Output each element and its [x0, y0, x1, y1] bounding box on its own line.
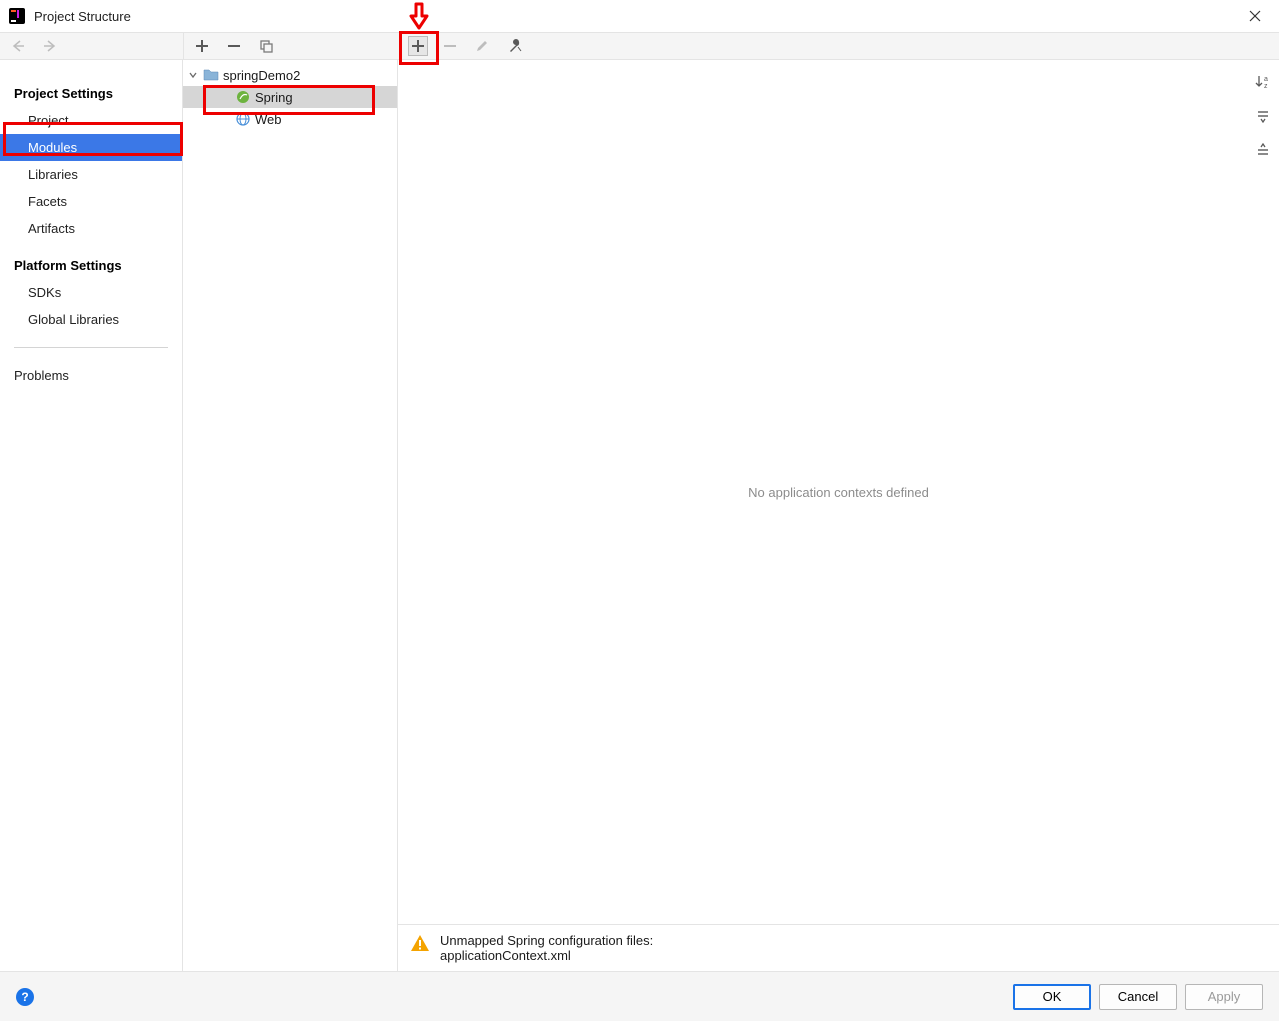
- warning-text-1: Unmapped Spring configuration files:: [440, 933, 653, 948]
- nav-problems[interactable]: Problems: [0, 362, 182, 389]
- web-icon: [235, 111, 251, 127]
- nav-sdks[interactable]: SDKs: [0, 279, 182, 306]
- spring-icon: [235, 89, 251, 105]
- section-project-settings: Project Settings: [0, 80, 182, 107]
- empty-message: No application contexts defined: [748, 485, 929, 500]
- add-module-icon[interactable]: [192, 36, 212, 56]
- warning-bar: Unmapped Spring configuration files: app…: [398, 924, 1279, 971]
- top-toolbar: [0, 32, 1279, 60]
- forward-icon[interactable]: [40, 36, 60, 56]
- nav-global-libraries[interactable]: Global Libraries: [0, 306, 182, 333]
- module-tree: springDemo2 Spring Web: [183, 60, 398, 971]
- wrench-icon[interactable]: [504, 36, 524, 56]
- intellij-icon: [8, 7, 26, 25]
- bottombar: ? OK Cancel Apply: [0, 971, 1279, 1021]
- remove-module-icon[interactable]: [224, 36, 244, 56]
- back-icon[interactable]: [8, 36, 28, 56]
- window-title: Project Structure: [34, 9, 131, 24]
- tree-item-web[interactable]: Web: [183, 108, 397, 130]
- help-icon[interactable]: ?: [16, 988, 34, 1006]
- titlebar: Project Structure: [0, 0, 1279, 32]
- ok-button[interactable]: OK: [1013, 984, 1091, 1010]
- cancel-button[interactable]: Cancel: [1099, 984, 1177, 1010]
- nav-artifacts[interactable]: Artifacts: [0, 215, 182, 242]
- nav-facets[interactable]: Facets: [0, 188, 182, 215]
- nav-modules[interactable]: Modules: [0, 134, 182, 161]
- copy-icon[interactable]: [256, 36, 276, 56]
- warning-text-2: applicationContext.xml: [440, 948, 653, 963]
- tree-item-spring[interactable]: Spring: [183, 86, 397, 108]
- tree-root[interactable]: springDemo2: [183, 64, 397, 86]
- sidebar: Project Settings Project Modules Librari…: [0, 60, 183, 971]
- main-area: Project Settings Project Modules Librari…: [0, 60, 1279, 971]
- nav-project[interactable]: Project: [0, 107, 182, 134]
- tree-item-label: Spring: [255, 90, 293, 105]
- edit-icon[interactable]: [472, 36, 492, 56]
- warning-icon: [410, 933, 430, 953]
- add-context-icon[interactable]: [408, 36, 428, 56]
- content-panel: az No application contexts defined Unmap…: [398, 60, 1279, 971]
- nav-libraries[interactable]: Libraries: [0, 161, 182, 188]
- tree-item-label: Web: [255, 112, 282, 127]
- folder-icon: [203, 67, 219, 83]
- apply-button[interactable]: Apply: [1185, 984, 1263, 1010]
- tree-root-label: springDemo2: [223, 68, 300, 83]
- sidebar-divider: [14, 347, 168, 348]
- close-button[interactable]: [1239, 0, 1271, 32]
- chevron-down-icon[interactable]: [187, 69, 199, 81]
- section-platform-settings: Platform Settings: [0, 252, 182, 279]
- remove-context-icon[interactable]: [440, 36, 460, 56]
